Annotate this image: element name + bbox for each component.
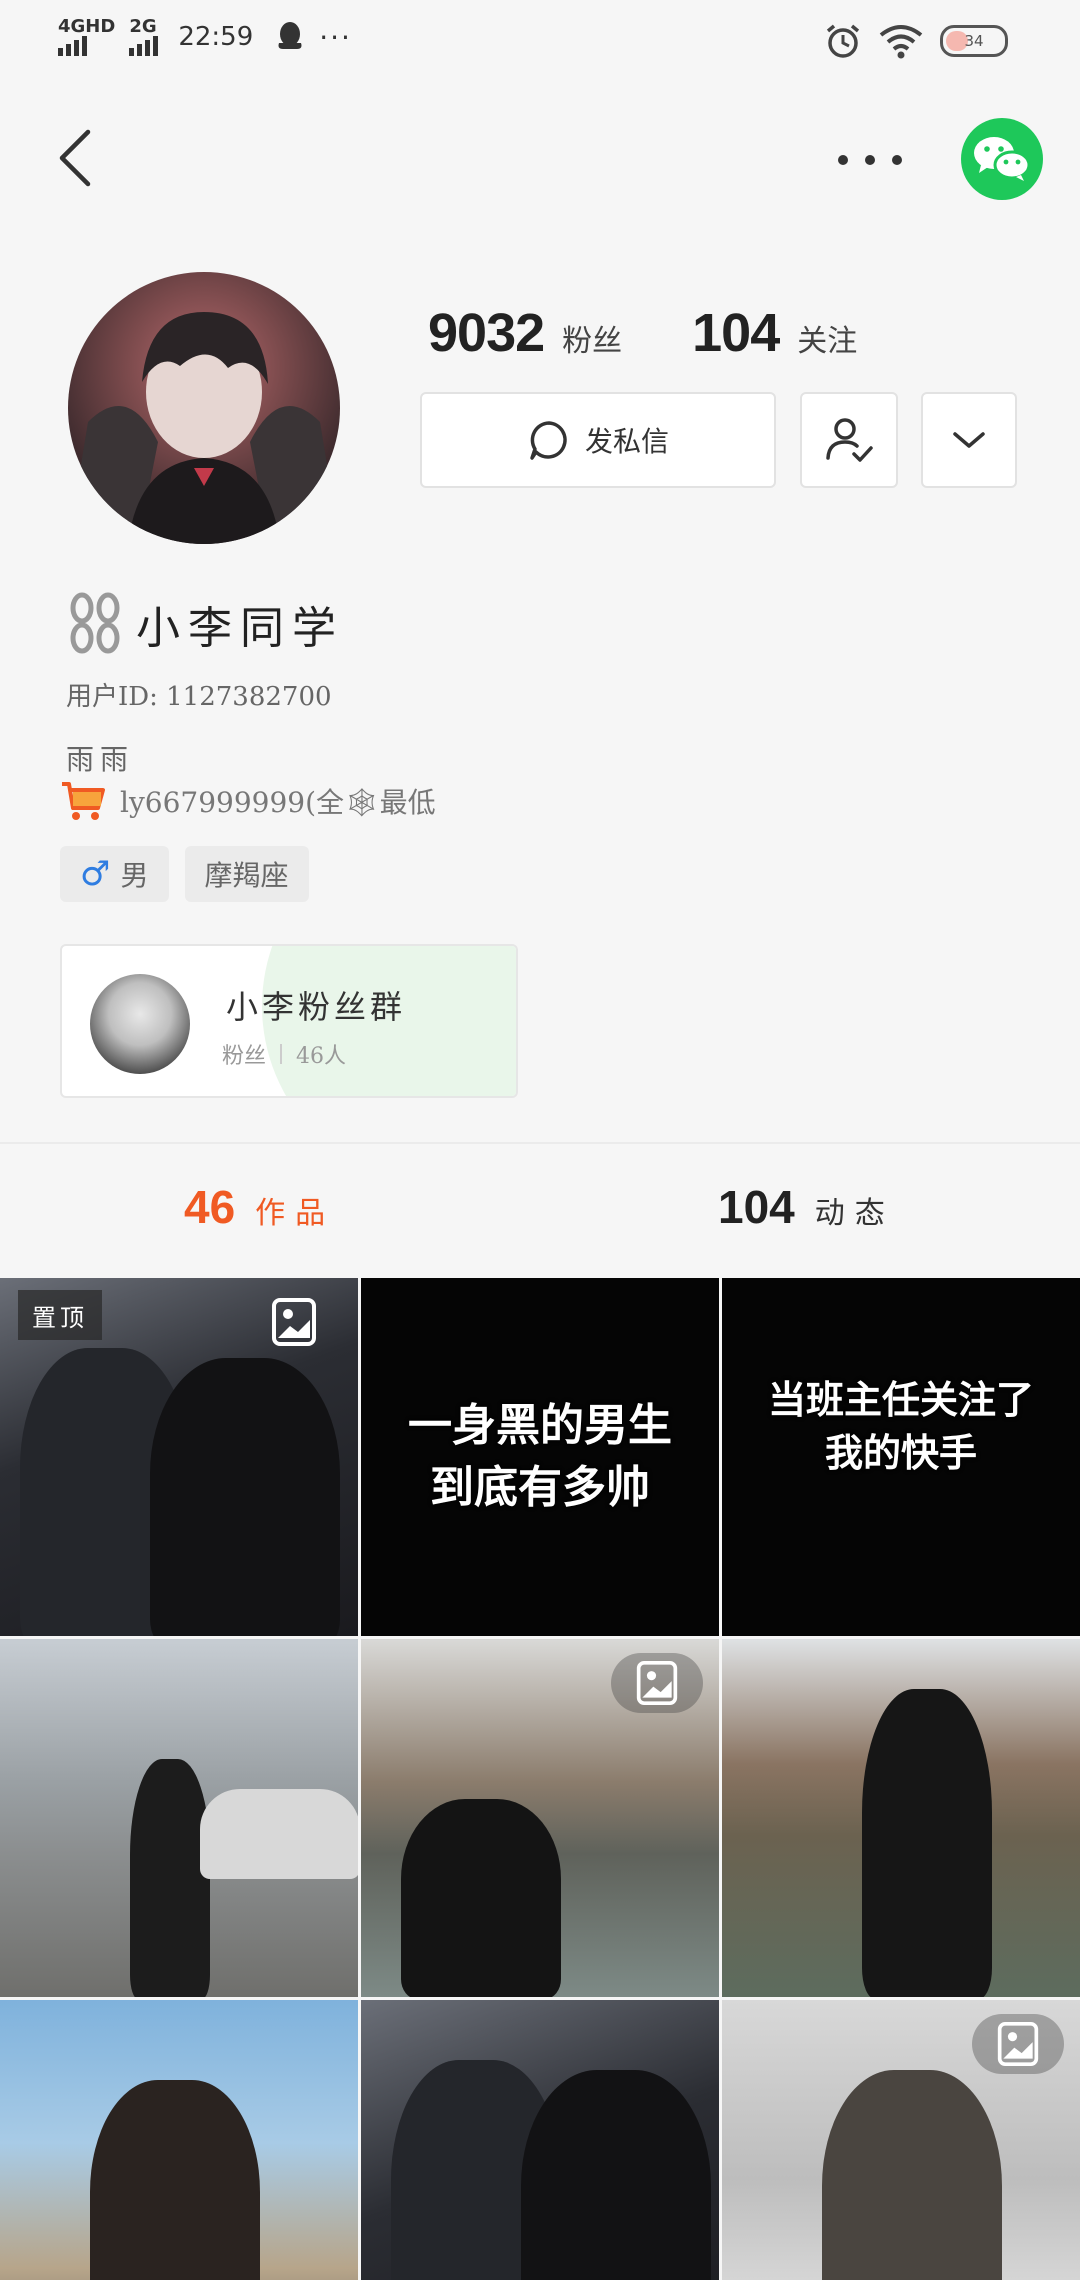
- chat-bubble-icon: [530, 421, 567, 460]
- chevron-down-icon: [953, 432, 985, 448]
- following-count[interactable]: 104: [692, 302, 780, 364]
- zodiac-tag: 摩羯座: [184, 846, 309, 902]
- image-post-icon: [272, 1298, 316, 1346]
- tab-moments[interactable]: 104 动态: [718, 1180, 895, 1234]
- bio-text: 雨雨: [66, 743, 135, 776]
- work-item[interactable]: [0, 1639, 358, 1997]
- recommend-dropdown-button[interactable]: [921, 392, 1017, 488]
- tab-works[interactable]: 46 作品: [184, 1180, 335, 1234]
- fans-count[interactable]: 9032: [428, 302, 545, 364]
- username: 小李同学: [136, 603, 344, 654]
- work-caption: 当班主任关注了 我的快手: [767, 1378, 1034, 1476]
- work-item[interactable]: 置顶: [0, 1278, 358, 1636]
- fan-group-name: 小李粉丝群: [226, 988, 407, 1026]
- image-post-icon: [636, 1661, 678, 1705]
- send-message-label: 发私信: [584, 425, 669, 458]
- shop-text: ly667999999(全🕸最低: [120, 786, 436, 819]
- fan-group-meta-label: 粉丝: [222, 1044, 267, 1069]
- wechat-icon: [974, 137, 1031, 181]
- signal-4g-icon: 4GHD: [58, 18, 115, 56]
- fan-group-member-count: 46人: [296, 1044, 347, 1069]
- status-bar: 4GHD 2G 22:59 ··· 34: [0, 0, 1080, 84]
- gender-label: 男: [120, 859, 149, 892]
- pinned-badge: 置顶: [18, 1290, 102, 1340]
- followed-button[interactable]: [800, 392, 898, 488]
- qq-icon: [278, 22, 302, 49]
- network-type-1: 4GHD: [58, 16, 116, 37]
- moments-label: 动态: [814, 1196, 895, 1231]
- work-item[interactable]: 当班主任关注了 我的快手: [722, 1278, 1080, 1636]
- profile-tags: ♂ 男 摩羯座: [60, 846, 309, 902]
- battery-level: 34: [964, 32, 984, 50]
- shopping-cart-icon: [62, 782, 105, 820]
- username-row: 小李同学: [66, 592, 344, 656]
- shop-row[interactable]: ly667999999(全🕸最低: [60, 780, 436, 822]
- works-count: 46: [184, 1181, 236, 1233]
- battery-icon: 34: [940, 25, 1008, 57]
- image-post-badge: [972, 2014, 1064, 2074]
- work-item[interactable]: [361, 1639, 719, 1997]
- work-item[interactable]: [722, 1639, 1080, 1997]
- work-item[interactable]: [0, 2000, 358, 2280]
- profile-avatar[interactable]: [68, 272, 340, 544]
- back-button[interactable]: [56, 128, 96, 188]
- wifi-icon: [879, 25, 923, 59]
- work-item[interactable]: [722, 2000, 1080, 2280]
- back-arrow-icon: [59, 129, 91, 187]
- send-message-button[interactable]: 发私信: [420, 392, 776, 488]
- fan-group-meta: 粉丝 46人: [222, 1038, 346, 1070]
- chain-badge-icon: [70, 592, 120, 654]
- signal-2g-icon: 2G: [129, 16, 159, 56]
- section-divider: [0, 1142, 1080, 1144]
- fans-label[interactable]: 粉丝: [562, 316, 622, 360]
- user-check-icon: [826, 418, 873, 462]
- work-item[interactable]: 一身黑的男生 到底有多帅: [361, 1278, 719, 1636]
- alarm-icon: [826, 24, 860, 58]
- fan-group-card[interactable]: 小李粉丝群 粉丝 46人: [60, 944, 518, 1098]
- image-post-icon: [997, 2022, 1039, 2066]
- works-grid: 置顶 一身黑的男生 到底有多帅 当班主任关注了 我的快手: [0, 1278, 1080, 2280]
- gender-tag: ♂ 男: [60, 846, 169, 902]
- zodiac-label: 摩羯座: [204, 859, 289, 892]
- wechat-share-button[interactable]: [961, 118, 1043, 200]
- network-type-2: 2G: [129, 16, 157, 37]
- status-more-icon: ···: [319, 20, 352, 54]
- image-post-badge: [611, 1653, 703, 1713]
- work-caption: 一身黑的男生 到底有多帅: [408, 1400, 672, 1513]
- male-icon: ♂: [80, 854, 111, 894]
- following-label[interactable]: 关注: [797, 316, 857, 360]
- more-options-button[interactable]: [838, 140, 902, 180]
- clock: 22:59: [178, 22, 254, 52]
- user-id: 用户ID: 1127382700: [66, 682, 332, 712]
- profile-stats: 9032 粉丝 104 关注: [428, 302, 857, 364]
- fan-group-avatar: [90, 974, 190, 1074]
- moments-count: 104: [718, 1181, 795, 1233]
- work-item[interactable]: [361, 2000, 719, 2280]
- works-label: 作品: [255, 1196, 336, 1231]
